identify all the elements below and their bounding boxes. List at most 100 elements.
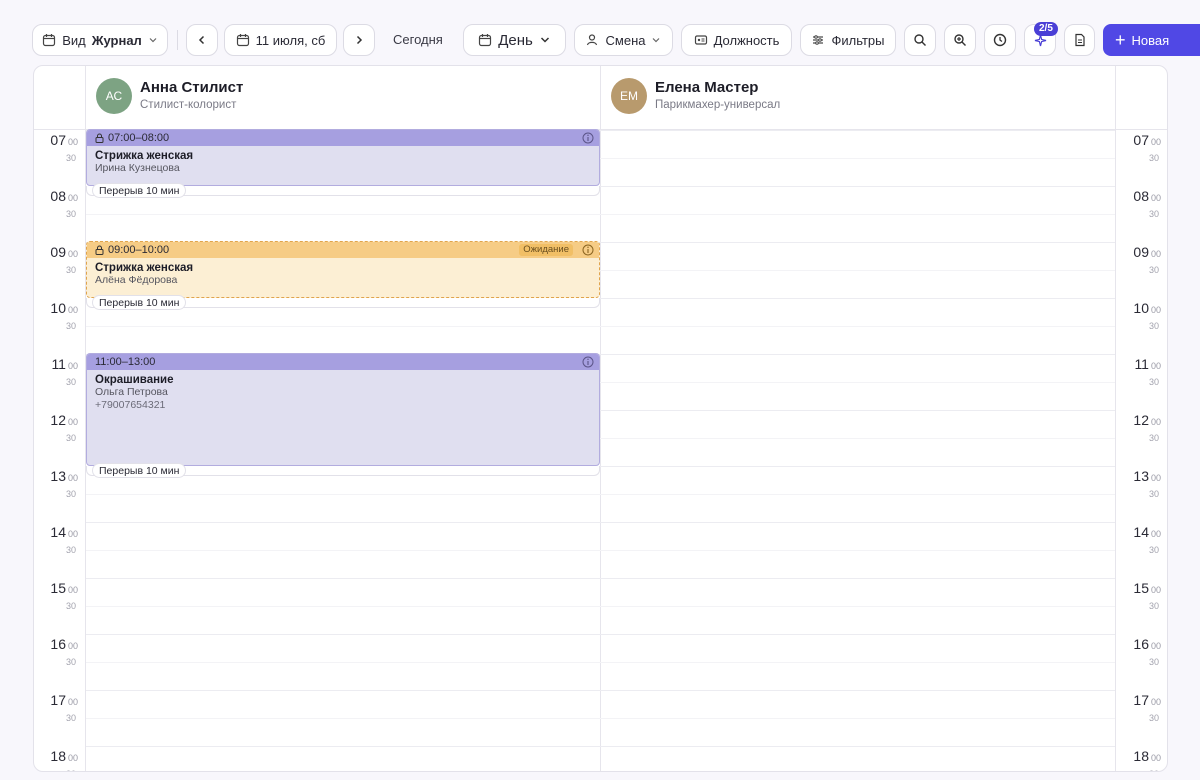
info-icon[interactable] [582,132,594,144]
search-icon [914,34,926,46]
hour-value: 08 [50,188,66,204]
grid-line-half-hour [86,662,1115,663]
hour-value: 18 [50,748,66,764]
grid-line-half-hour [86,550,1115,551]
half-hour-label: 30 [65,657,76,667]
zoom-button[interactable] [944,24,976,56]
info-icon[interactable] [582,356,594,368]
grid-line-half-hour [86,606,1115,607]
minute-value: 00 [67,585,78,595]
prev-day-button[interactable] [186,24,218,56]
hour-value: 14 [50,524,66,540]
appointment-service: Стрижка женская [95,262,194,274]
history-button[interactable] [984,24,1016,56]
today-button[interactable]: Сегодня [393,24,443,56]
hour-value: 07 [50,132,66,148]
time-label-right: 07 00 [1116,132,1161,148]
time-label-right: 15 00 [1116,580,1161,596]
break-label: Перерыв 10 мин [92,463,187,478]
appointment-card[interactable]: 11:00–13:00 Окрашивание Ольга Петрова +7… [86,353,600,466]
new-label: Новая [1131,32,1170,48]
minute-value: 00 [67,305,78,315]
time-label: 14 00 [34,524,78,540]
grid-line-half-hour [86,326,1115,327]
appointment-phone: +79007654321 [95,399,166,411]
half-hour-label: 30 [34,769,76,771]
time-label: 12 00 [34,412,78,428]
minute-value: 00 [1150,137,1161,147]
minute-value: 00 [1150,305,1161,315]
shift-filter[interactable]: Смена [574,24,673,56]
time-label: 15 00 [34,580,78,596]
half-hour-label-right: 30 [1148,545,1159,555]
appointment-client: Ирина Кузнецова [95,162,180,174]
time-label-right: 12 00 [1116,412,1161,428]
next-day-button[interactable] [343,24,375,56]
appointment-card[interactable]: 07:00–08:00 Стрижка женская Ирина Кузнец… [86,129,600,186]
hour-value: 12 [1133,412,1149,428]
minute-value: 00 [1150,417,1161,427]
time-label-right: 16 00 [1116,636,1161,652]
grid-line-hour [86,634,1115,635]
minute-value: 00 [67,193,78,203]
time-label-right: 09 00 [1116,244,1161,260]
appointment-time: 09:00–10:00 [108,244,170,256]
staff-header-elena[interactable]: ЕМ Елена Мастер Парикмахер-универсал [611,78,780,114]
appointment-card[interactable]: 09:00–10:00 Ожидание Стрижка женская Алё… [86,241,600,298]
minute-value: 00 [1150,529,1161,539]
time-label: 13 00 [34,468,78,484]
time-label: 16 00 [34,636,78,652]
staff-column-divider [600,66,601,771]
new-appointment-button[interactable]: + Новая [1103,24,1200,56]
grid-line-half-hour [86,494,1115,495]
hour-value: 10 [1133,300,1149,316]
hour-value: 13 [50,468,66,484]
time-label-right: 18 00 [1116,748,1161,764]
time-label-right: 11 00 [1116,356,1161,372]
time-label: 11 00 [34,356,78,372]
time-label: 08 00 [34,188,78,204]
view-label: Вид [62,32,86,48]
time-label: 17 00 [34,692,78,708]
status-badge: Ожидание [519,244,573,256]
plus-icon: + [1115,30,1126,50]
minute-value: 00 [67,249,78,259]
filters-button[interactable]: Фильтры [800,24,896,56]
hour-value: 13 [1133,468,1149,484]
staff-header-anna[interactable]: АС Анна Стилист Стилист-колорист [96,78,243,114]
calendar-icon [43,34,56,47]
staff-role: Парикмахер-универсал [655,99,781,111]
hour-value: 16 [1133,636,1149,652]
half-hour-label-right: 30 [1148,713,1159,723]
minute-value: 00 [67,641,78,651]
hour-value: 11 [51,356,66,372]
appointment-time: 11:00–13:00 [95,356,156,368]
report-button[interactable] [1064,24,1095,56]
chevron-down-icon [540,37,549,43]
half-hour-label-right: 30 [1148,321,1159,331]
half-hour-label-right: 30 [1148,265,1159,275]
calendar-icon [479,34,492,47]
hour-value: 17 [1133,692,1149,708]
minute-value: 00 [67,473,78,483]
minute-value: 00 [67,697,78,707]
hour-value: 18 [1133,748,1149,764]
half-hour-label: 30 [65,377,76,387]
minute-value: 00 [67,361,78,371]
hour-value: 12 [50,412,66,428]
grid-line-hour [86,578,1115,579]
date-picker-button[interactable]: 11 июля, сб [224,24,337,56]
period-selector[interactable]: День [463,24,566,56]
hour-value: 15 [50,580,66,596]
view-selector[interactable]: Вид Журнал [32,24,168,56]
minute-value: 00 [1150,361,1161,371]
minute-value: 00 [67,417,78,427]
info-icon[interactable] [582,244,594,256]
time-label: 07 00 [34,132,78,148]
minute-value: 00 [67,137,78,147]
id-card-icon [694,35,707,45]
half-hour-label-right: 30 [1148,489,1159,499]
position-filter[interactable]: Должность [681,24,792,56]
search-button[interactable] [904,24,936,56]
chevron-down-icon [149,38,157,43]
